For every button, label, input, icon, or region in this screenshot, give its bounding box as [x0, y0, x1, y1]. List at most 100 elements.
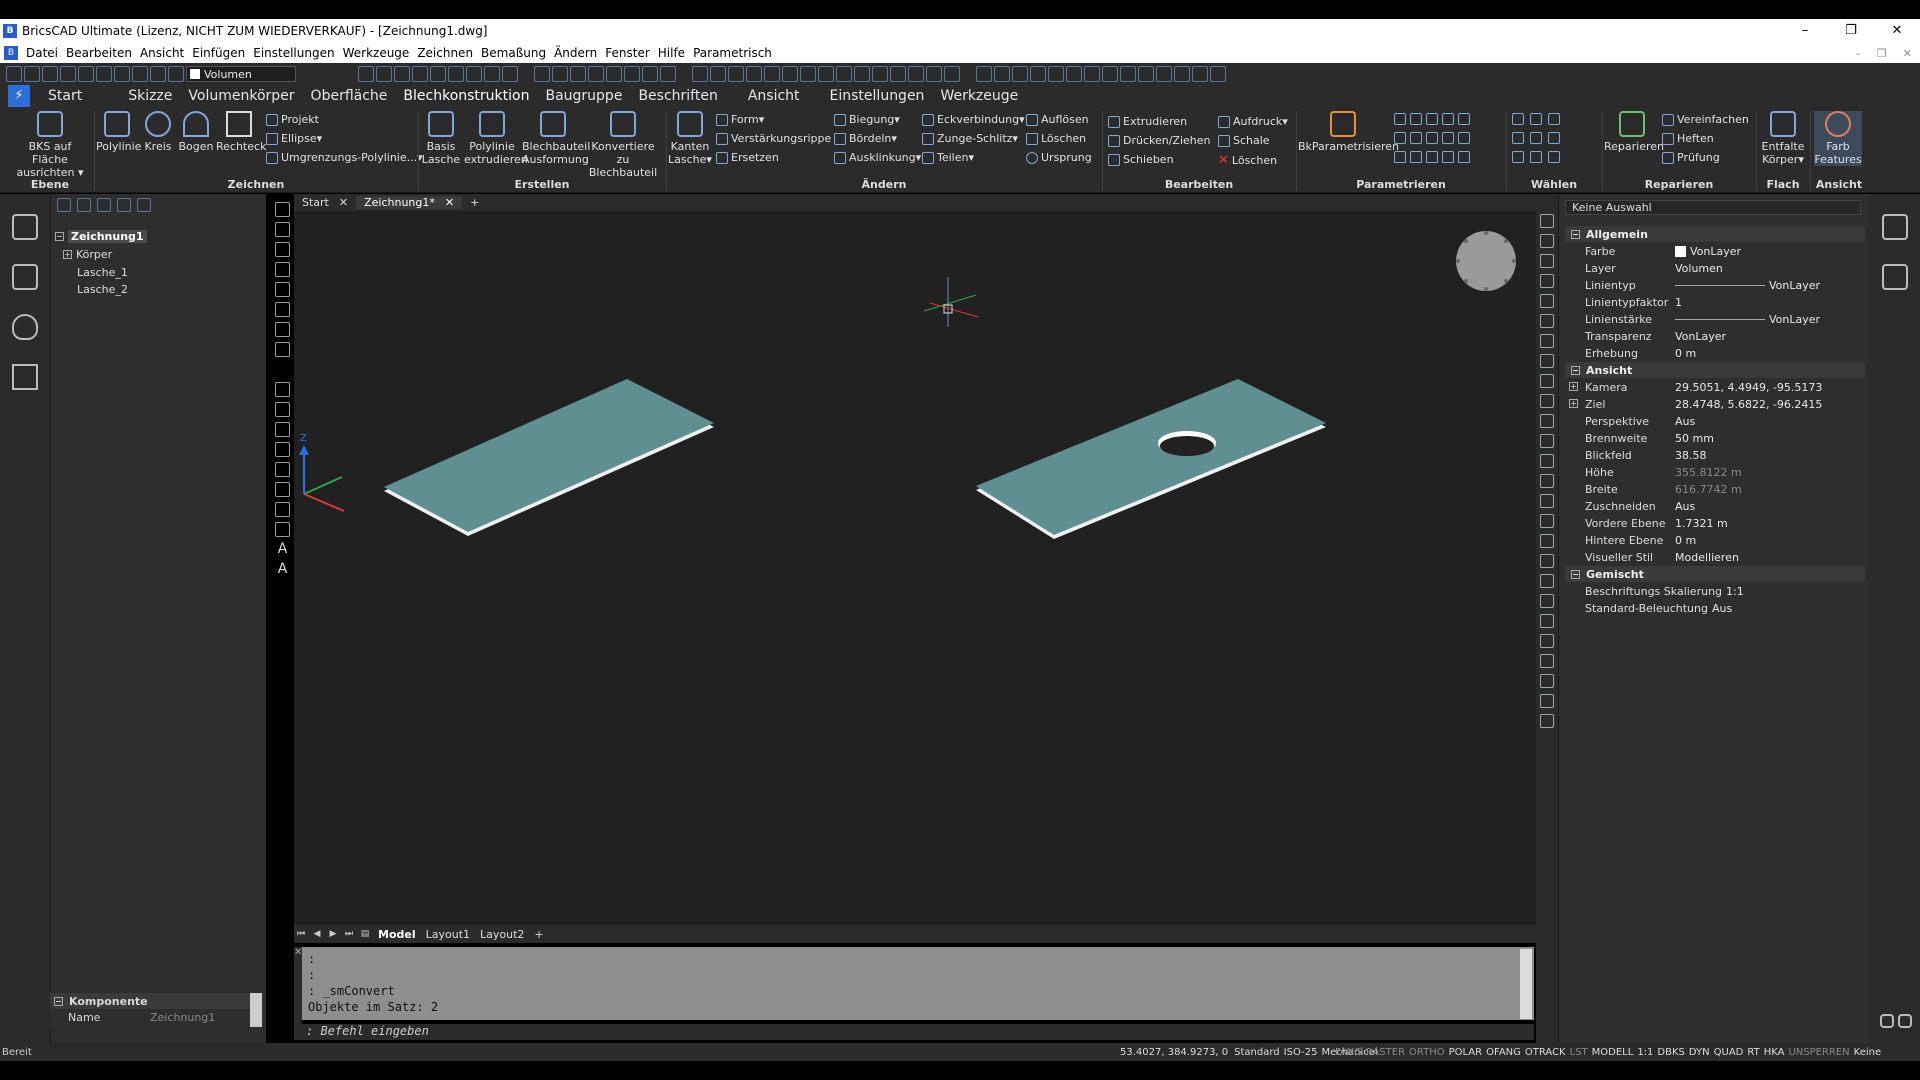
constraint-icon[interactable]	[1426, 151, 1438, 163]
text-icon[interactable]: A	[275, 542, 290, 557]
aufdruck-button[interactable]: Aufdruck▾	[1218, 115, 1288, 128]
mirror-icon[interactable]	[746, 66, 762, 82]
status-toggle-keine[interactable]: Keine	[1854, 1047, 1881, 1058]
layout-list-icon[interactable]: ▤	[358, 927, 372, 941]
fillet-icon[interactable]	[1540, 394, 1554, 408]
status-toggle-quad[interactable]: QUAD	[1714, 1047, 1744, 1058]
explode-icon[interactable]	[890, 66, 906, 82]
print-icon[interactable]	[78, 66, 94, 82]
image-icon[interactable]	[1898, 1014, 1912, 1028]
aufloesen-button[interactable]: Auflösen	[1026, 113, 1089, 126]
minimize-button[interactable]: –	[1782, 19, 1828, 43]
view-top-icon[interactable]	[394, 66, 410, 82]
fillet-icon[interactable]	[818, 66, 834, 82]
leader-icon[interactable]	[1540, 574, 1554, 588]
undo-icon[interactable]	[96, 66, 112, 82]
helix-icon[interactable]	[275, 342, 290, 357]
vereinfachen-button[interactable]: Vereinfachen	[1662, 113, 1749, 126]
umgrenzung-button[interactable]: Umgrenzungs-Polylinie...▾	[266, 151, 423, 164]
revcloud-icon[interactable]	[275, 462, 290, 477]
reparieren-button[interactable]: Reparieren	[1604, 111, 1664, 153]
align-icon[interactable]	[1540, 514, 1554, 528]
offset-icon[interactable]	[1540, 374, 1554, 388]
look-from-dot[interactable]	[1484, 287, 1488, 291]
komponente-scrollbar[interactable]	[250, 993, 262, 1027]
hatch-icon[interactable]	[275, 422, 290, 437]
circle-icon[interactable]	[275, 262, 290, 277]
ersetzen-button[interactable]: Ersetzen	[716, 151, 779, 164]
move-icon[interactable]	[1540, 214, 1554, 228]
trim-icon[interactable]	[1540, 334, 1554, 348]
menu-aendern[interactable]: Ändern	[550, 46, 601, 60]
browser-tool-icon[interactable]	[137, 198, 151, 212]
mdi-restore-button[interactable]: ❐	[1877, 47, 1887, 60]
properties-panel-icon[interactable]	[1882, 214, 1908, 240]
kanten-lasche-button[interactable]: Kanten Lasche▾	[668, 111, 712, 166]
menu-parametrisch[interactable]: Parametrisch	[689, 46, 776, 60]
break-icon[interactable]	[926, 66, 942, 82]
join-icon[interactable]	[1540, 474, 1554, 488]
save-as-icon[interactable]	[60, 66, 76, 82]
arc-icon[interactable]	[570, 66, 586, 82]
doc-tab-zeichnung1[interactable]: Zeichnung1* ✕	[356, 196, 463, 209]
select-icon[interactable]	[1512, 132, 1524, 144]
stretch-icon[interactable]	[944, 66, 960, 82]
view-front-icon[interactable]	[412, 66, 428, 82]
close-icon[interactable]: ✕	[339, 196, 348, 209]
menu-einfuegen[interactable]: Einfügen	[188, 46, 249, 60]
extend-icon[interactable]	[800, 66, 816, 82]
basis-lasche-button[interactable]: Basis Lasche	[420, 111, 462, 166]
prop-row-ziel[interactable]: + Ziel 28.4748, 5.6822, -96.2415	[1565, 396, 1865, 413]
constraint-icon[interactable]	[1426, 132, 1438, 144]
konvertiere-button[interactable]: Konvertiere zu Blechbauteil	[586, 111, 660, 179]
section-icon[interactable]	[1120, 66, 1136, 82]
status-toggle-fang[interactable]: FANG	[1335, 1047, 1362, 1058]
constraint-icon[interactable]	[1442, 113, 1454, 125]
blechbauteil-ausformung-button[interactable]: Blechbauteil Ausformung	[522, 111, 590, 166]
layer-lock-icon[interactable]	[168, 66, 184, 82]
dimension-icon[interactable]	[642, 66, 658, 82]
prop-row-layer[interactable]: Layer Volumen	[1565, 260, 1865, 277]
chamfer-icon[interactable]	[1540, 414, 1554, 428]
rotate-icon[interactable]	[728, 66, 744, 82]
browser-tool-icon[interactable]	[117, 198, 131, 212]
constraint-icon[interactable]	[1458, 113, 1470, 125]
form-button[interactable]: Form▾	[716, 113, 764, 126]
tab-volumenkoerper[interactable]: Volumenkörper	[180, 85, 302, 107]
prop-row-kamera[interactable]: + Kamera 29.5051, 4.4949, -95.5173	[1565, 379, 1865, 396]
collapse-icon[interactable]: −	[55, 232, 64, 241]
select-icon[interactable]	[1530, 113, 1542, 125]
menu-hilfe[interactable]: Hilfe	[654, 46, 689, 60]
union-icon[interactable]	[976, 66, 992, 82]
mdi-minimize-button[interactable]: –	[1855, 47, 1861, 60]
constraint-icon[interactable]	[1410, 132, 1422, 144]
status-toggle-hka[interactable]: HKA	[1764, 1047, 1785, 1058]
collapse-icon[interactable]: −	[1571, 365, 1580, 375]
tolerance-icon[interactable]	[1540, 594, 1554, 608]
section-ansicht[interactable]: − Ansicht	[1565, 362, 1865, 378]
extrudieren-button[interactable]: Extrudieren	[1108, 115, 1187, 128]
drawing-viewport[interactable]: Z	[294, 211, 1536, 925]
status-toggle-modell[interactable]: MODELL	[1592, 1047, 1634, 1058]
redo-icon[interactable]	[114, 66, 130, 82]
constraint-icon[interactable]	[1394, 151, 1406, 163]
center-mark-icon[interactable]	[1540, 614, 1554, 628]
polylinie-extrudieren-button[interactable]: Polylinie extrudieren	[464, 111, 528, 166]
look-from-dot[interactable]	[1504, 279, 1508, 283]
prev-layout-icon[interactable]: ◀	[310, 927, 324, 941]
interfere-icon[interactable]	[1138, 66, 1154, 82]
pruefung-button[interactable]: Prüfung	[1662, 151, 1720, 164]
select-icon[interactable]	[1512, 113, 1524, 125]
doc-tab-start[interactable]: Start ✕	[294, 196, 356, 209]
close-button[interactable]: ✕	[1874, 19, 1920, 43]
prop-row-standard-beleuchtung[interactable]: Standard-Beleuchtung Aus	[1565, 600, 1865, 617]
entfalte-koerper-button[interactable]: Entfalte Körper▾	[1758, 111, 1808, 166]
schieben-button[interactable]: Schieben	[1108, 153, 1174, 166]
select-icon[interactable]	[1512, 151, 1524, 163]
constraint-icon[interactable]	[1442, 151, 1454, 163]
heften-button[interactable]: Heften	[1662, 132, 1714, 145]
command-panel-grip[interactable]: ✕	[294, 947, 302, 1040]
layer-icon[interactable]	[1540, 694, 1554, 708]
revolve-icon[interactable]	[1048, 66, 1064, 82]
menu-bearbeiten[interactable]: Bearbeiten	[62, 46, 136, 60]
